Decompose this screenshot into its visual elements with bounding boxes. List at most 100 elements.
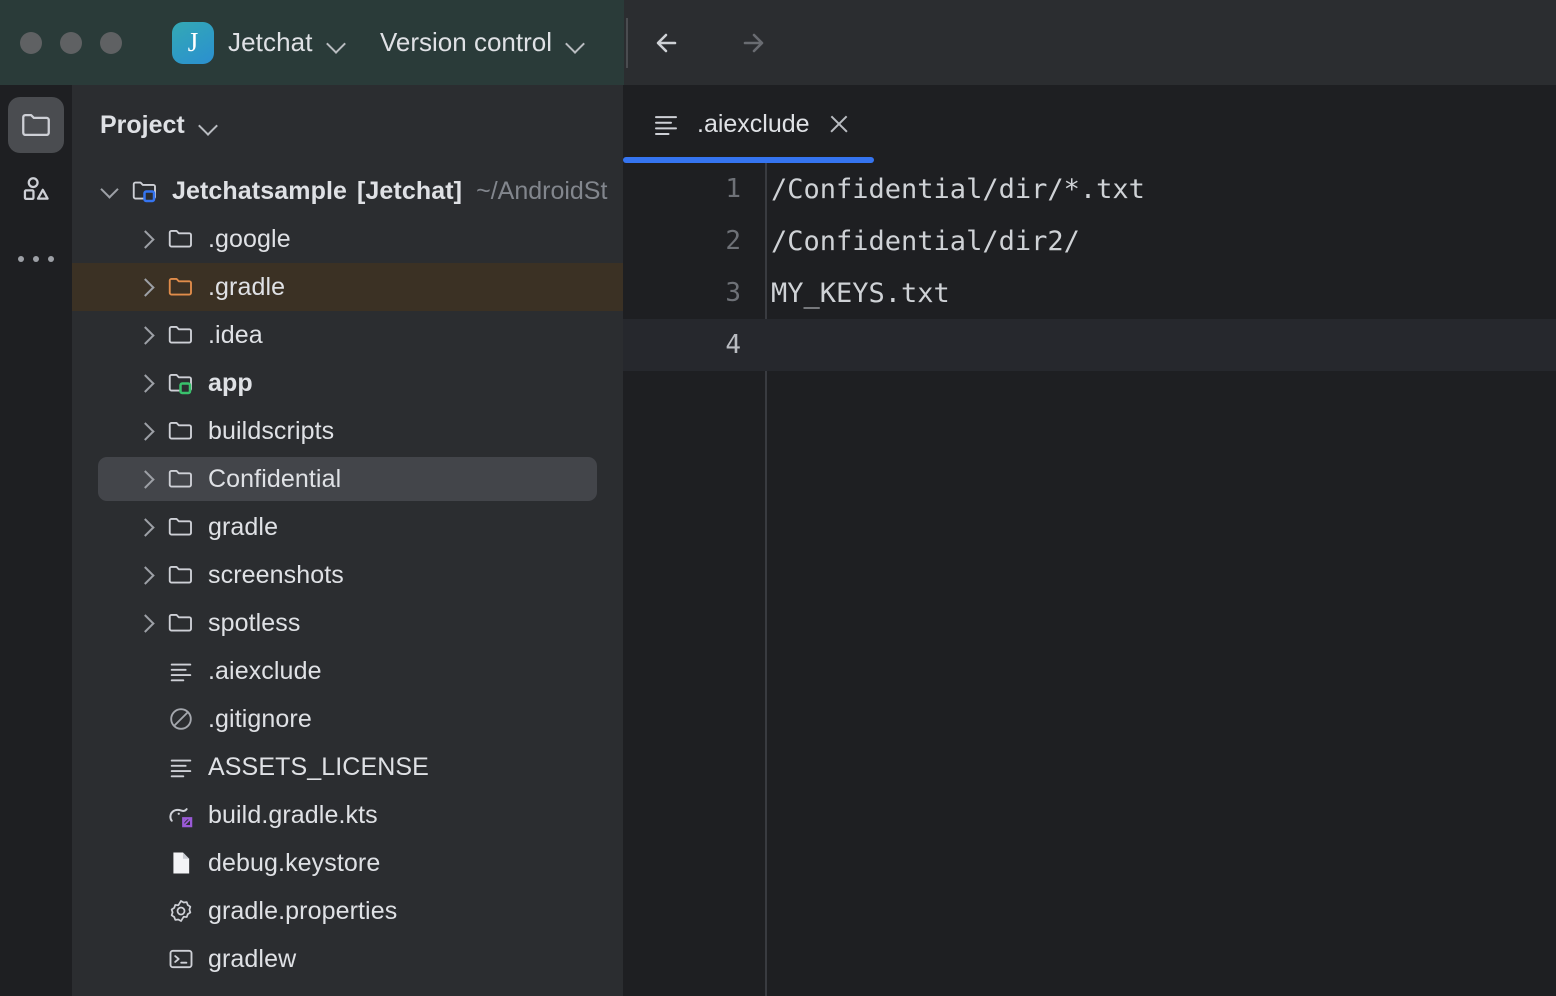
- chevron-right-icon[interactable]: [134, 564, 156, 586]
- tree-row-confidential[interactable]: Confidential: [72, 455, 623, 503]
- tree-root-name: Jetchatsample: [172, 177, 347, 206]
- project-tool-window: Project Jetchatsample [Jetchat] ~/Androi…: [72, 85, 623, 996]
- tree-row-gradle[interactable]: gradle: [72, 503, 623, 551]
- project-selector[interactable]: J Jetchat: [172, 0, 347, 85]
- line-number: 4: [623, 330, 741, 360]
- back-arrow-icon: [646, 21, 690, 65]
- shell-script-file-icon: [166, 944, 196, 974]
- editor-tab-aiexclude[interactable]: .aiexclude: [623, 85, 874, 163]
- tree-row-aiexclude[interactable]: .aiexclude: [72, 647, 623, 695]
- tree-row-assets-license[interactable]: ASSETS_LICENSE: [72, 743, 623, 791]
- title-bar-divider: [626, 18, 628, 68]
- tree-item-label: screenshots: [208, 561, 344, 590]
- forward-arrow-icon: [730, 21, 774, 65]
- more-dots-icon: [18, 256, 24, 262]
- chevron-right-icon[interactable]: [134, 324, 156, 346]
- tree-root-module: [Jetchat]: [357, 177, 462, 206]
- folder-icon: [166, 560, 196, 590]
- generic-file-icon: [166, 848, 196, 878]
- ignore-file-icon: [166, 704, 196, 734]
- editor-tab-bar: .aiexclude: [623, 85, 1556, 163]
- more-dots-icon: [48, 256, 54, 262]
- spacer: [134, 900, 156, 922]
- folder-excluded-icon: [166, 272, 196, 302]
- back-button[interactable]: [640, 15, 696, 71]
- tree-row-gradle-properties[interactable]: gradle.properties: [72, 887, 623, 935]
- line-number: 1: [623, 174, 741, 204]
- tree-row-spotless[interactable]: spotless: [72, 599, 623, 647]
- chevron-right-icon[interactable]: [134, 468, 156, 490]
- folder-icon: [19, 108, 53, 142]
- tree-row-google[interactable]: .google: [72, 215, 623, 263]
- spacer: [134, 804, 156, 826]
- tree-row-gradlew[interactable]: gradlew: [72, 935, 623, 983]
- tree-row-idea[interactable]: .idea: [72, 311, 623, 359]
- sidebar-item-structure[interactable]: [8, 161, 64, 217]
- tree-row-app[interactable]: app: [72, 359, 623, 407]
- title-bar: J Jetchat Version control: [0, 0, 1556, 85]
- line-text: MY_KEYS.txt: [771, 278, 950, 309]
- code-editor[interactable]: 1 /Confidential/dir/*.txt 2 /Confidentia…: [623, 163, 1556, 996]
- chevron-down-icon: [327, 37, 347, 49]
- tree-row-build-gradle-kts[interactable]: build.gradle.kts: [72, 791, 623, 839]
- version-control-menu[interactable]: Version control: [380, 0, 586, 85]
- chevron-right-icon[interactable]: [134, 516, 156, 538]
- tree-row-gitignore[interactable]: .gitignore: [72, 695, 623, 743]
- close-icon[interactable]: [826, 111, 852, 137]
- minimize-window-button[interactable]: [60, 32, 82, 54]
- chevron-right-icon[interactable]: [134, 612, 156, 634]
- chevron-right-icon[interactable]: [134, 372, 156, 394]
- version-control-label: Version control: [380, 27, 552, 58]
- tree-row-buildscripts[interactable]: buildscripts: [72, 407, 623, 455]
- code-line[interactable]: 2 /Confidential/dir2/: [623, 215, 1556, 267]
- project-tree: Jetchatsample [Jetchat] ~/AndroidSt .goo…: [72, 165, 623, 983]
- tree-item-label: .gradle: [208, 273, 285, 302]
- panel-title: Project: [100, 111, 185, 140]
- properties-file-icon: [166, 896, 196, 926]
- folder-module-icon: [166, 368, 196, 398]
- line-text: /Confidential/dir2/: [771, 226, 1080, 257]
- chevron-down-icon: [566, 37, 586, 49]
- line-number: 2: [623, 226, 741, 256]
- chevron-down-icon[interactable]: [199, 119, 219, 131]
- spacer: [134, 852, 156, 874]
- folder-icon: [166, 464, 196, 494]
- spacer: [134, 948, 156, 970]
- tree-row-screenshots[interactable]: screenshots: [72, 551, 623, 599]
- tree-item-label: app: [208, 369, 253, 398]
- tree-item-label: .idea: [208, 321, 263, 350]
- spacer: [134, 660, 156, 682]
- folder-icon: [166, 224, 196, 254]
- folder-icon: [166, 608, 196, 638]
- tree-row-debug-keystore[interactable]: debug.keystore: [72, 839, 623, 887]
- chevron-right-icon[interactable]: [134, 420, 156, 442]
- tree-row-gradle-excluded[interactable]: .gradle: [72, 263, 623, 311]
- close-window-button[interactable]: [20, 32, 42, 54]
- more-tool-windows-button[interactable]: [18, 231, 54, 287]
- project-panel-header[interactable]: Project: [72, 85, 623, 165]
- code-line[interactable]: 1 /Confidential/dir/*.txt: [623, 163, 1556, 215]
- tree-item-label: .gitignore: [208, 705, 312, 734]
- navigation-controls: [640, 0, 780, 85]
- chevron-down-icon[interactable]: [98, 180, 120, 202]
- gradle-kotlin-file-icon: [166, 800, 196, 830]
- folder-icon: [166, 320, 196, 350]
- app-name-label: Jetchat: [228, 27, 313, 58]
- tree-item-label: gradle.properties: [208, 897, 397, 926]
- sidebar-item-project[interactable]: [8, 97, 64, 153]
- spacer: [134, 756, 156, 778]
- forward-button[interactable]: [724, 15, 780, 71]
- code-line-current[interactable]: 4: [623, 319, 1556, 371]
- code-line[interactable]: 3 MY_KEYS.txt: [623, 267, 1556, 319]
- text-file-icon: [166, 656, 196, 686]
- tree-item-label: gradlew: [208, 945, 296, 974]
- chevron-right-icon[interactable]: [134, 276, 156, 298]
- spacer: [134, 708, 156, 730]
- app-logo-icon: J: [172, 22, 214, 64]
- chevron-right-icon[interactable]: [134, 228, 156, 250]
- tree-item-label: .aiexclude: [208, 657, 322, 686]
- zoom-window-button[interactable]: [100, 32, 122, 54]
- tree-row-root[interactable]: Jetchatsample [Jetchat] ~/AndroidSt: [72, 167, 623, 215]
- project-folder-icon: [130, 176, 160, 206]
- tree-item-label: build.gradle.kts: [208, 801, 378, 830]
